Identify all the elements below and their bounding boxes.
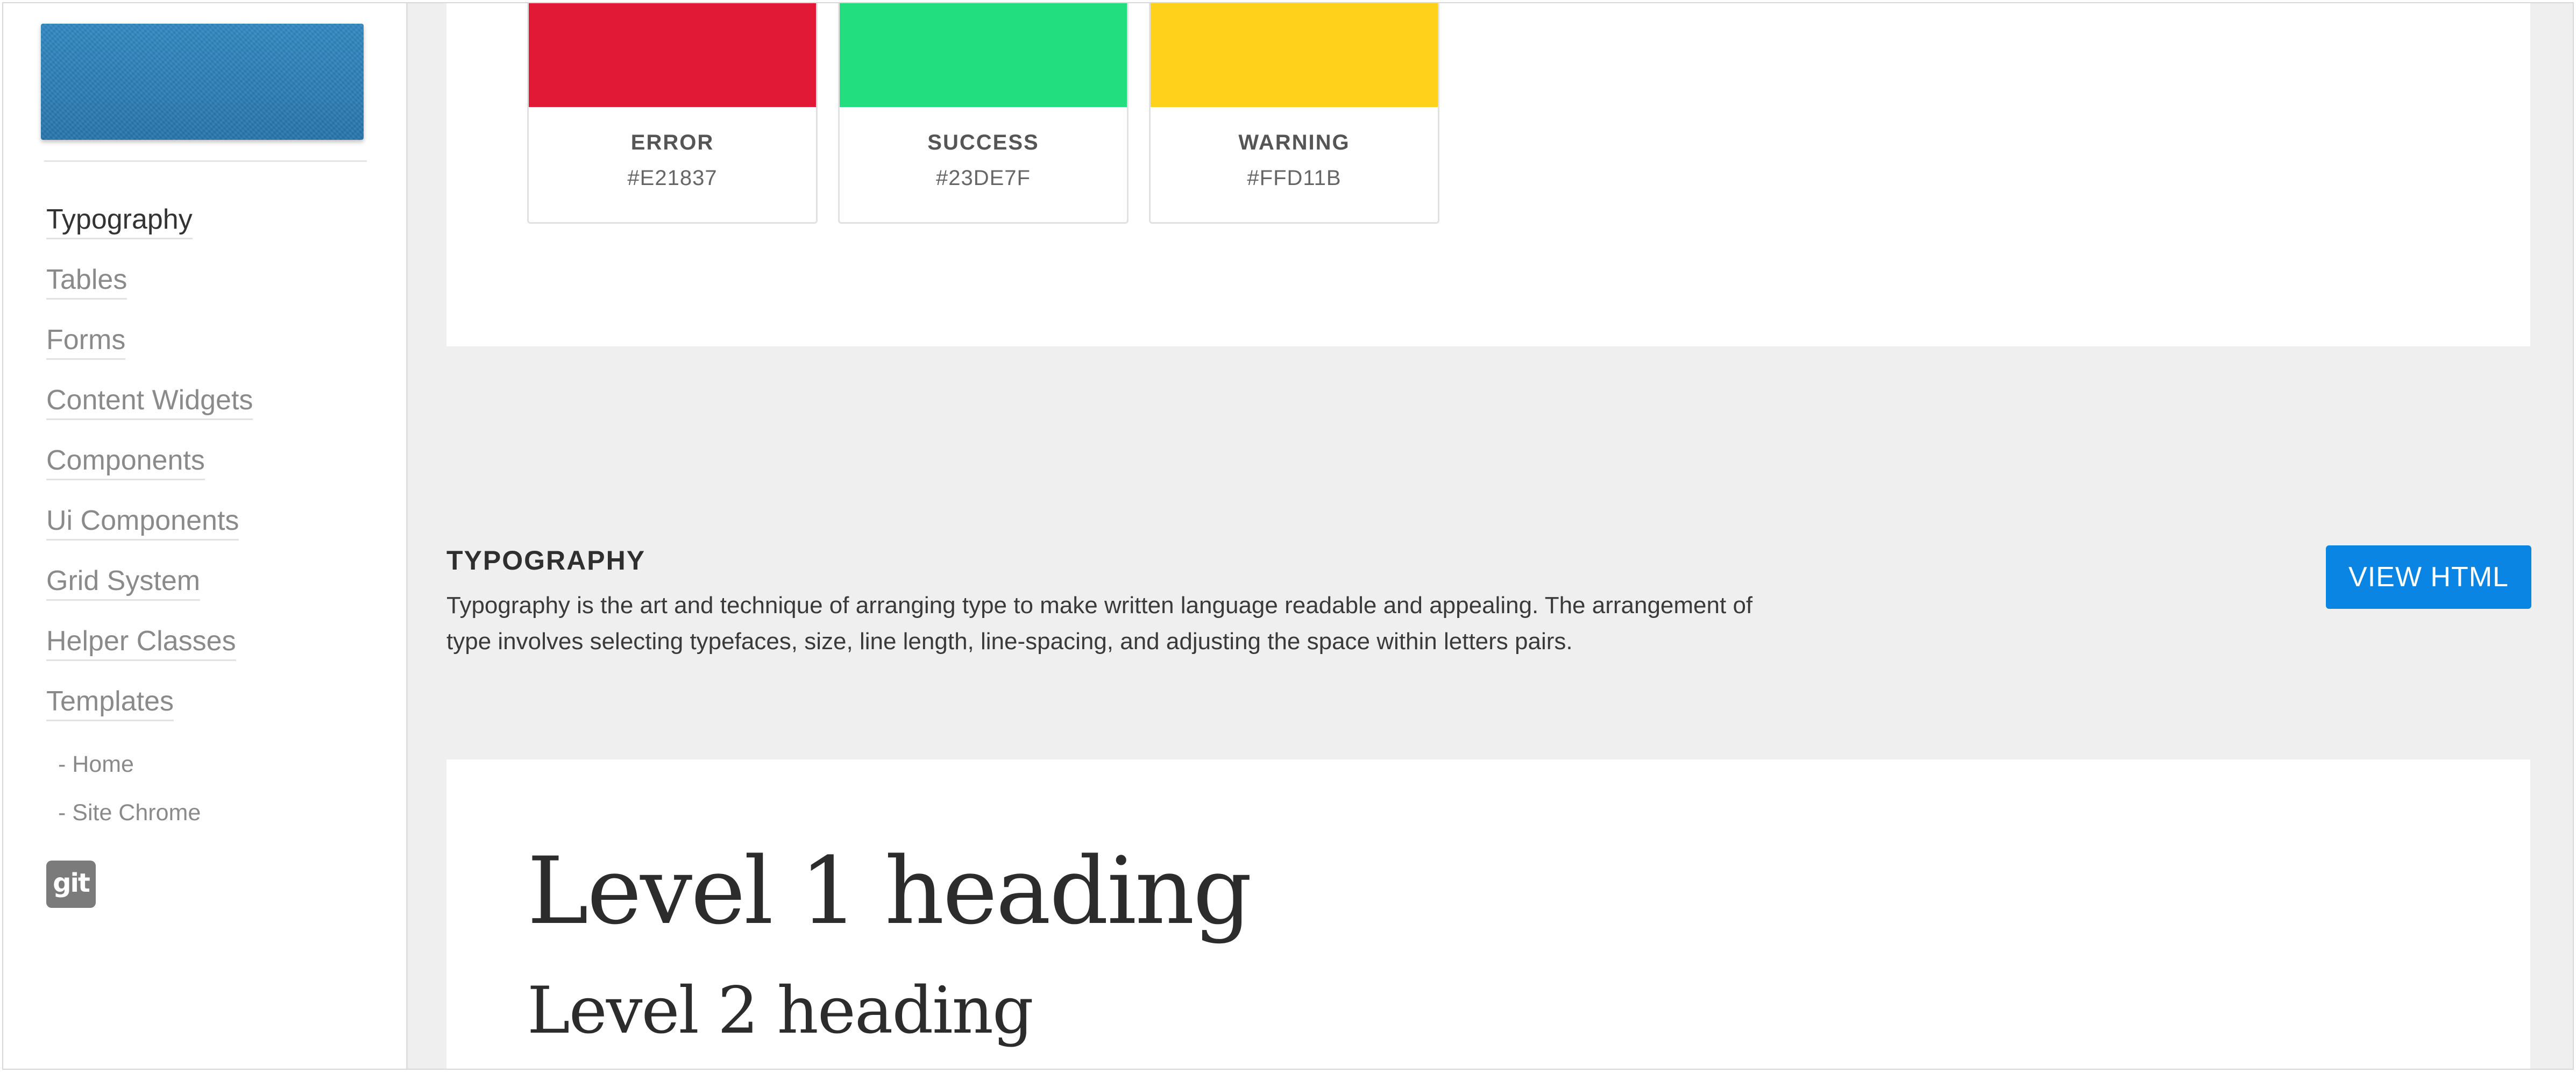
swatch-hex: #FFD11B <box>1247 166 1342 190</box>
level-2-heading: Level 2 heading <box>527 973 1034 1048</box>
sidebar-item-ui-components[interactable]: Ui Components <box>46 504 239 541</box>
sidebar: Typography Tables Forms Content Widgets … <box>3 3 408 1069</box>
sidebar-item-helper-classes[interactable]: Helper Classes <box>46 625 236 661</box>
swatch-warning-color <box>1151 3 1438 107</box>
sidebar-divider <box>44 160 367 162</box>
swatch-warning: WARNING #FFD11B <box>1149 3 1439 224</box>
swatch-hex: #E21837 <box>627 166 718 190</box>
sidebar-item-components[interactable]: Components <box>46 444 205 480</box>
colors-card: ERROR #E21837 SUCCESS #23DE7F WARNING #F… <box>446 3 2530 346</box>
swatch-name: WARNING <box>1238 131 1350 154</box>
sidebar-item-templates[interactable]: Templates <box>46 685 174 721</box>
swatch-success: SUCCESS #23DE7F <box>838 3 1129 224</box>
browser-window: Typography Tables Forms Content Widgets … <box>2 2 2574 1070</box>
sidebar-subitem-home[interactable]: - Home <box>58 751 134 778</box>
typography-card: Level 1 heading Level 2 heading <box>446 759 2530 1069</box>
swatch-name: ERROR <box>630 131 714 154</box>
git-icon[interactable]: git <box>46 861 96 908</box>
swatch-error-color <box>529 3 816 107</box>
swatch-error: ERROR #E21837 <box>527 3 818 224</box>
view-html-button[interactable]: VIEW HTML <box>2326 545 2531 609</box>
sidebar-item-typography[interactable]: Typography <box>46 203 193 239</box>
section-description: Typography is the art and technique of a… <box>446 592 1753 655</box>
section-title: TYPOGRAPHY <box>446 545 646 575</box>
sidebar-item-content-widgets[interactable]: Content Widgets <box>46 384 253 420</box>
sidebar-subitem-site-chrome[interactable]: - Site Chrome <box>58 799 201 826</box>
swatch-name: SUCCESS <box>927 131 1039 154</box>
swatch-hex: #23DE7F <box>936 166 1031 190</box>
sidebar-item-grid-system[interactable]: Grid System <box>46 565 201 601</box>
sidebar-item-forms[interactable]: Forms <box>46 324 126 360</box>
site-logo[interactable] <box>41 24 364 140</box>
level-1-heading: Level 1 heading <box>527 837 1252 945</box>
swatch-success-color <box>840 3 1127 107</box>
sidebar-item-tables[interactable]: Tables <box>46 264 127 300</box>
